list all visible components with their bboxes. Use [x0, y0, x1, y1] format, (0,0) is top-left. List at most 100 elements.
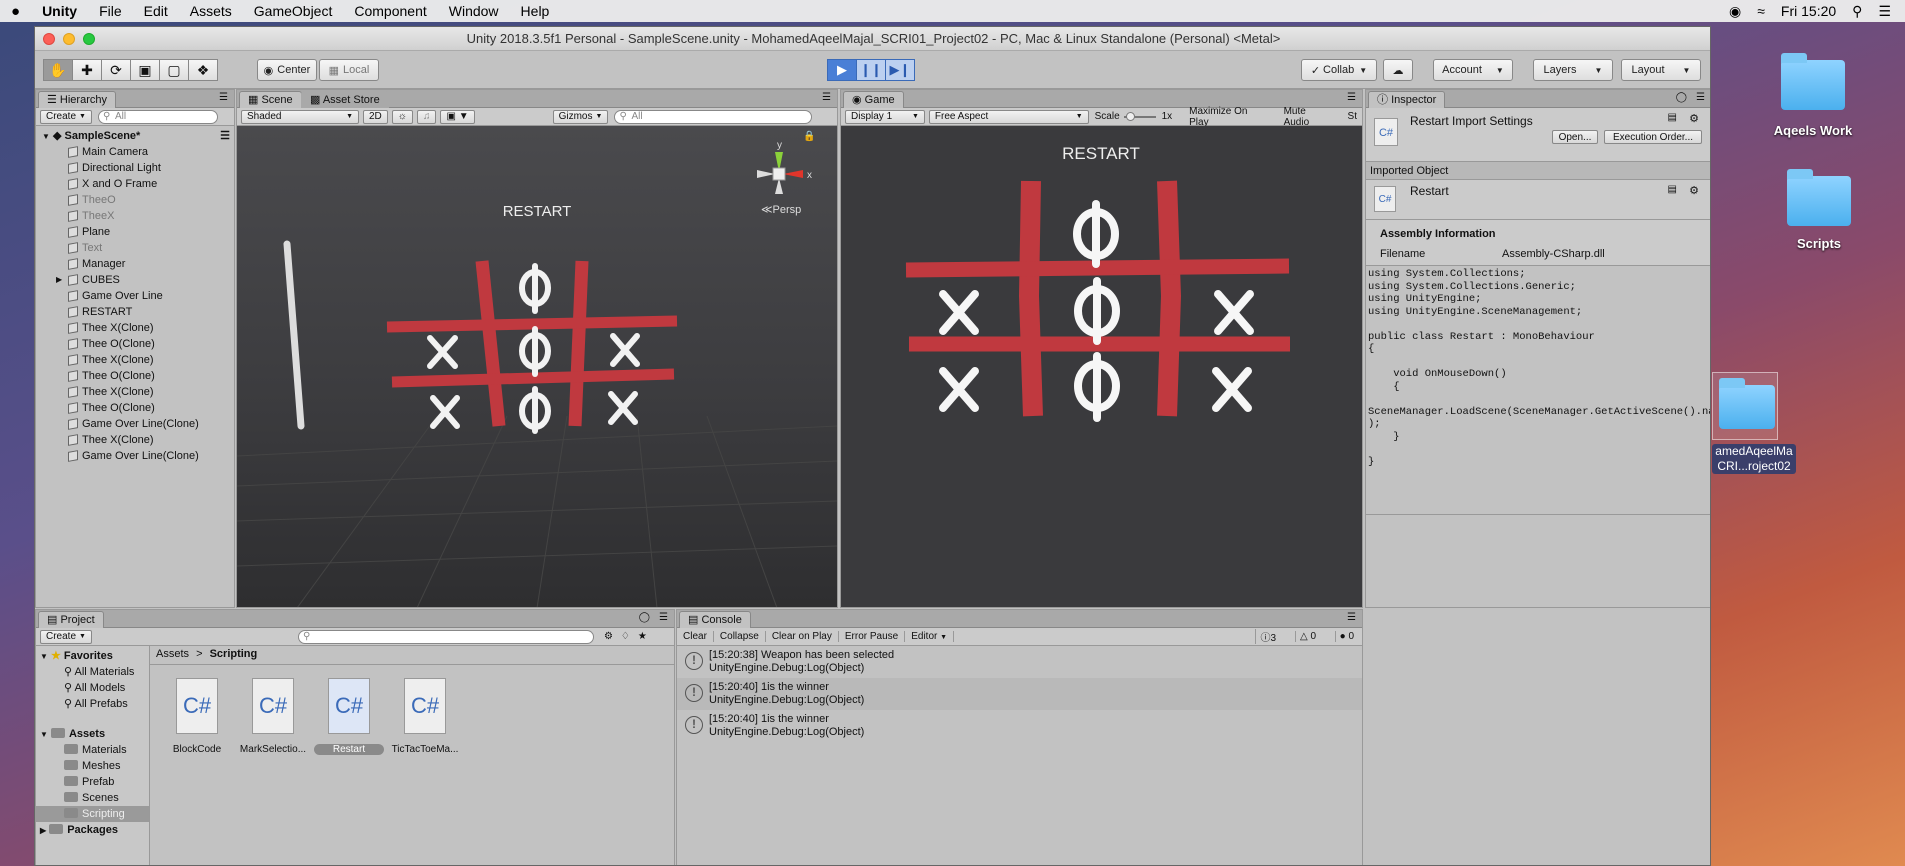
shading-mode-dropdown[interactable]: Shaded ▼	[241, 109, 359, 124]
tab-console[interactable]: ▤ Console	[679, 611, 751, 628]
hierarchy-item[interactable]: Thee X(Clone)	[36, 320, 234, 336]
console-clear-button[interactable]: Clear	[677, 631, 714, 642]
console-collapse-button[interactable]: Collapse	[714, 631, 766, 642]
script-file[interactable]: C# MarkSelectio...	[238, 678, 308, 755]
scene-viewport[interactable]: RESTART y x 🔒 ≪Persp	[237, 126, 837, 607]
menu-help[interactable]: Help	[510, 3, 561, 19]
hierarchy-item[interactable]: ▶ CUBES	[36, 272, 234, 288]
pause-button[interactable]: ❙❙	[856, 59, 886, 81]
play-button[interactable]: ▶	[827, 59, 857, 81]
hierarchy-item[interactable]: Thee X(Clone)	[36, 432, 234, 448]
script-file[interactable]: C# TicTacToeMa...	[390, 678, 460, 755]
apple-menu-icon[interactable]: ●	[0, 3, 31, 20]
error-count-toggle[interactable]: ● 0	[1334, 631, 1358, 642]
project-search-input[interactable]: ⚲	[297, 629, 594, 644]
filter-by-type-icon[interactable]: ⚙	[604, 631, 613, 642]
minimize-window-button[interactable]	[63, 33, 75, 45]
project-create-button[interactable]: Create ▼	[40, 629, 92, 644]
hierarchy-item[interactable]: Thee O(Clone)	[36, 336, 234, 352]
screen-record-icon[interactable]: ◉	[1729, 3, 1741, 20]
mute-audio-toggle[interactable]: Mute Audio	[1279, 106, 1339, 128]
cloud-button[interactable]: ☁	[1383, 59, 1413, 81]
console-error-pause-button[interactable]: Error Pause	[839, 631, 906, 642]
game-restart-button-text[interactable]: RESTART	[1062, 144, 1140, 163]
scale-tool-icon[interactable]: ▣	[130, 59, 160, 81]
menu-gameobject[interactable]: GameObject	[243, 3, 344, 19]
hierarchy-item[interactable]: Game Over Line	[36, 288, 234, 304]
spotlight-search-icon[interactable]: ⚲	[1852, 3, 1862, 20]
console-log-entry[interactable]: ! [15:20:40] 1is the winner UnityEngine.De…	[677, 678, 1362, 710]
zoom-window-button[interactable]	[83, 33, 95, 45]
hierarchy-item[interactable]: TheeO	[36, 192, 234, 208]
hierarchy-item[interactable]: RESTART	[36, 304, 234, 320]
pivot-local-toggle[interactable]: ▦ Local	[319, 59, 379, 81]
favorite-item[interactable]: ⚲ All Materials	[64, 664, 134, 680]
expand-arrow-icon[interactable]: ▼	[40, 652, 48, 661]
desktop-folder-label[interactable]: Aqeels Work	[1748, 123, 1878, 138]
menu-edit[interactable]: Edit	[133, 3, 179, 19]
rect-tool-icon[interactable]: ▢	[159, 59, 189, 81]
game-viewport[interactable]: RESTART	[841, 126, 1362, 607]
tab-project[interactable]: ▤ Project	[38, 611, 104, 628]
hierarchy-item[interactable]: Text	[36, 240, 234, 256]
panel-menu-icon[interactable]: ☰	[219, 92, 228, 103]
panel-menu-icon[interactable]: ☰	[822, 92, 831, 103]
packages-folder[interactable]: ▶ Packages	[40, 822, 118, 838]
tab-game[interactable]: ◉ Game	[843, 91, 904, 108]
favorite-item[interactable]: ⚲ All Prefabs	[64, 696, 128, 712]
tab-inspector[interactable]: ⓘ Inspector	[1368, 91, 1446, 108]
panel-menu-icon[interactable]: ☰	[1696, 92, 1705, 103]
folder-icon[interactable]	[1781, 53, 1845, 110]
lock-icon[interactable]: 🔒	[803, 130, 815, 142]
wifi-icon[interactable]: ≈	[1757, 3, 1765, 19]
persp-label[interactable]: ≪Persp	[761, 204, 801, 216]
info-count-toggle[interactable]: ⓘ3	[1255, 629, 1280, 644]
menu-component[interactable]: Component	[343, 3, 437, 19]
panel-menu-icon[interactable]: ☰	[1347, 92, 1356, 103]
lock-icon[interactable]: ◯	[639, 612, 650, 623]
help-icon[interactable]: ▤	[1668, 112, 1677, 123]
scene-menu-icon[interactable]: ☰	[220, 128, 230, 144]
hierarchy-item[interactable]: Main Camera	[36, 144, 234, 160]
assets-folder[interactable]: ▼ Assets	[40, 726, 105, 742]
hierarchy-search-input[interactable]: ⚲ All	[97, 109, 218, 124]
scale-slider[interactable]	[1123, 111, 1156, 121]
hierarchy-item[interactable]: Manager	[36, 256, 234, 272]
asset-folder[interactable]: Meshes	[64, 758, 121, 774]
aspect-dropdown[interactable]: Free Aspect ▼	[928, 109, 1089, 124]
notification-center-icon[interactable]: ☰	[1878, 3, 1891, 20]
asset-folder-selected[interactable]: Scripting	[36, 806, 149, 822]
breadcrumb-scripting[interactable]: Scripting	[210, 648, 258, 660]
console-log-entry[interactable]: ! [15:20:40] 1is the winner UnityEngine.De…	[677, 710, 1362, 742]
maximize-on-play-toggle[interactable]: Maximize On Play	[1184, 106, 1274, 128]
menubar-clock[interactable]: Fri 15:20	[1781, 3, 1836, 19]
menu-file[interactable]: File	[88, 3, 133, 19]
hierarchy-item[interactable]: TheeX	[36, 208, 234, 224]
hand-tool-icon[interactable]: ✋	[43, 59, 73, 81]
gizmo-center-cube[interactable]	[772, 167, 786, 181]
folder-icon[interactable]	[1787, 169, 1851, 226]
console-editor-dropdown[interactable]: Editor ▼	[905, 631, 955, 642]
scene-root-row[interactable]: ▼ ◆ SampleScene* ☰	[36, 128, 234, 144]
script-file-selected[interactable]: C# Restart	[314, 678, 384, 755]
hierarchy-item[interactable]: Thee X(Clone)	[36, 352, 234, 368]
hierarchy-item[interactable]: Directional Light	[36, 160, 234, 176]
layout-dropdown[interactable]: Layout ▼	[1621, 59, 1701, 81]
window-titlebar[interactable]: Unity 2018.3.5f1 Personal - SampleScene.…	[35, 27, 1710, 51]
pivot-center-toggle[interactable]: ◉ Center	[257, 59, 317, 81]
close-window-button[interactable]	[43, 33, 55, 45]
asset-folder[interactable]: Scenes	[64, 790, 119, 806]
hierarchy-item[interactable]: X and O Frame	[36, 176, 234, 192]
expand-arrow-icon[interactable]: ▶	[40, 826, 46, 835]
open-button[interactable]: Open...	[1552, 130, 1598, 144]
menu-app-unity[interactable]: Unity	[31, 3, 88, 19]
step-button[interactable]: ▶❙	[885, 59, 915, 81]
effects-dropdown-icon[interactable]: ▣ ▼	[440, 109, 475, 124]
help-icon[interactable]: ▤	[1668, 184, 1677, 195]
hierarchy-item[interactable]: Thee O(Clone)	[36, 368, 234, 384]
panel-menu-icon[interactable]: ☰	[1347, 612, 1356, 623]
lock-icon[interactable]: ◯	[1676, 92, 1687, 103]
hierarchy-create-button[interactable]: Create ▼	[40, 109, 92, 124]
execution-order-button[interactable]: Execution Order...	[1604, 130, 1702, 144]
selected-folder-label[interactable]: amedAqeelMa CRI...roject02	[1712, 444, 1796, 474]
